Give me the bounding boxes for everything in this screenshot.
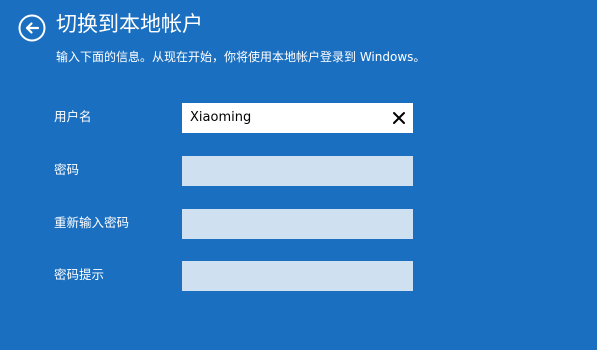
page-title: 切换到本地帐户	[56, 12, 203, 36]
username-label: 用户名	[54, 109, 92, 124]
back-button[interactable]	[18, 14, 46, 42]
confirm-password-label: 重新输入密码	[54, 215, 130, 230]
username-input-value[interactable]: Xiaoming	[190, 104, 251, 132]
back-arrow-icon	[18, 14, 46, 42]
password-label: 密码	[54, 162, 80, 177]
password-field[interactable]	[182, 156, 413, 186]
password-hint-label: 密码提示	[54, 267, 105, 282]
password-hint-field[interactable]	[182, 261, 413, 291]
username-field[interactable]: Xiaoming	[182, 103, 413, 133]
confirm-password-field[interactable]	[182, 209, 413, 239]
page-subtitle: 输入下面的信息。从现在开始，你将使用本地帐户登录到 Windows。	[56, 50, 426, 64]
close-icon[interactable]	[392, 111, 406, 125]
